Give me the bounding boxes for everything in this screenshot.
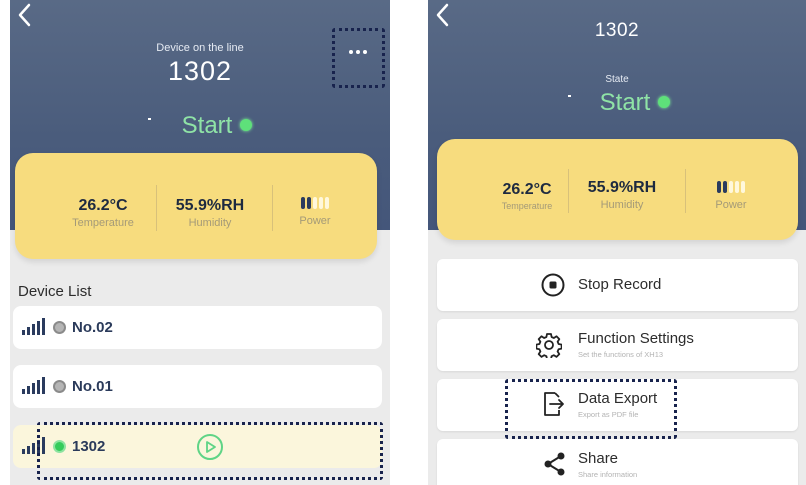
- humidity-stat: 55.9%RH Humidity: [160, 197, 260, 229]
- readings-card: 26.2°C Temperature 55.9%RH Humidity Powe…: [15, 153, 377, 259]
- humidity-stat: 55.9%RH Humidity: [572, 179, 672, 211]
- action-title: Stop Record: [578, 276, 662, 293]
- signal-strength-icon: [22, 318, 45, 335]
- header-subtitle: Device on the line: [156, 42, 244, 54]
- more-menu-button[interactable]: [349, 50, 367, 54]
- device-name: 1302: [167, 56, 233, 86]
- play-button[interactable]: [197, 434, 223, 460]
- stop-circle-icon: [541, 273, 565, 297]
- action-title: Data Export: [578, 390, 658, 407]
- action-title: Function Settings: [578, 330, 694, 347]
- export-file-icon: [544, 392, 564, 416]
- device-list-item-no01[interactable]: No.01: [13, 365, 382, 408]
- humidity-label: Humidity: [188, 217, 232, 229]
- device-label: No.01: [72, 378, 113, 395]
- power-label: Power: [715, 199, 747, 211]
- action-subtitle: Set the functions of XH13: [578, 350, 664, 359]
- gear-icon: [536, 333, 562, 358]
- action-subtitle: Export as PDF file: [578, 410, 639, 419]
- signal-strength-icon: [22, 377, 45, 394]
- device-detail-screen: 1302 State Start 26.2°C Temperature 55.9…: [428, 0, 806, 485]
- state-indicator: Start: [10, 112, 390, 140]
- state-text: Start: [181, 112, 233, 139]
- chevron-left-icon: [18, 3, 31, 27]
- dot: [363, 50, 367, 54]
- temperature-stat: 26.2°C Temperature: [53, 197, 153, 229]
- signal-strength-icon: [22, 437, 45, 454]
- stop-record-button[interactable]: Stop Record: [437, 259, 798, 311]
- state-text: Start: [599, 89, 651, 116]
- dot: [349, 50, 353, 54]
- device-label: 1302: [72, 438, 106, 455]
- divider: [568, 169, 569, 213]
- data-export-button[interactable]: Data Export Export as PDF file: [437, 379, 798, 431]
- action-subtitle: Share information: [578, 470, 638, 479]
- action-title: Share: [578, 450, 619, 467]
- online-status-dot: [53, 440, 66, 453]
- device-list-title: Device List: [18, 283, 92, 300]
- function-settings-button[interactable]: Function Settings Set the functions of X…: [437, 319, 798, 371]
- state-indicator: Start: [428, 89, 806, 117]
- state-dot: [658, 96, 671, 108]
- humidity-value: 55.9%RH: [587, 179, 657, 196]
- share-icon: [544, 452, 565, 476]
- divider: [685, 169, 686, 213]
- play-icon: [206, 441, 216, 453]
- divider: [272, 185, 273, 231]
- temperature-stat: 26.2°C Temperature: [477, 181, 577, 211]
- state-dot: [240, 119, 253, 131]
- temperature-label: Temperature: [501, 201, 553, 211]
- temperature-label: Temperature: [72, 217, 134, 229]
- device-overview-screen: Device on the line 1302 Start 26.2°C Tem…: [10, 0, 390, 485]
- device-label: No.02: [72, 319, 113, 336]
- back-button[interactable]: [14, 2, 36, 28]
- state-label: State: [605, 74, 629, 85]
- offline-status-dot: [53, 321, 66, 334]
- humidity-label: Humidity: [600, 199, 644, 211]
- temperature-value: 26.2°C: [502, 181, 552, 198]
- device-list-item-1302[interactable]: 1302: [13, 425, 382, 468]
- dot: [356, 50, 360, 54]
- temperature-value: 26.2°C: [78, 197, 128, 214]
- power-stat: Power: [283, 196, 347, 227]
- device-list-item-no02[interactable]: No.02: [13, 306, 382, 349]
- humidity-value: 55.9%RH: [175, 197, 245, 214]
- power-stat: Power: [699, 180, 763, 211]
- battery-icon: [717, 181, 745, 193]
- readings-card: 26.2°C Temperature 55.9%RH Humidity Powe…: [437, 139, 798, 240]
- share-button[interactable]: Share Share information: [437, 439, 798, 485]
- divider: [156, 185, 157, 231]
- battery-icon: [301, 197, 329, 209]
- offline-status-dot: [53, 380, 66, 393]
- power-label: Power: [299, 215, 331, 227]
- device-name: 1302: [594, 20, 640, 41]
